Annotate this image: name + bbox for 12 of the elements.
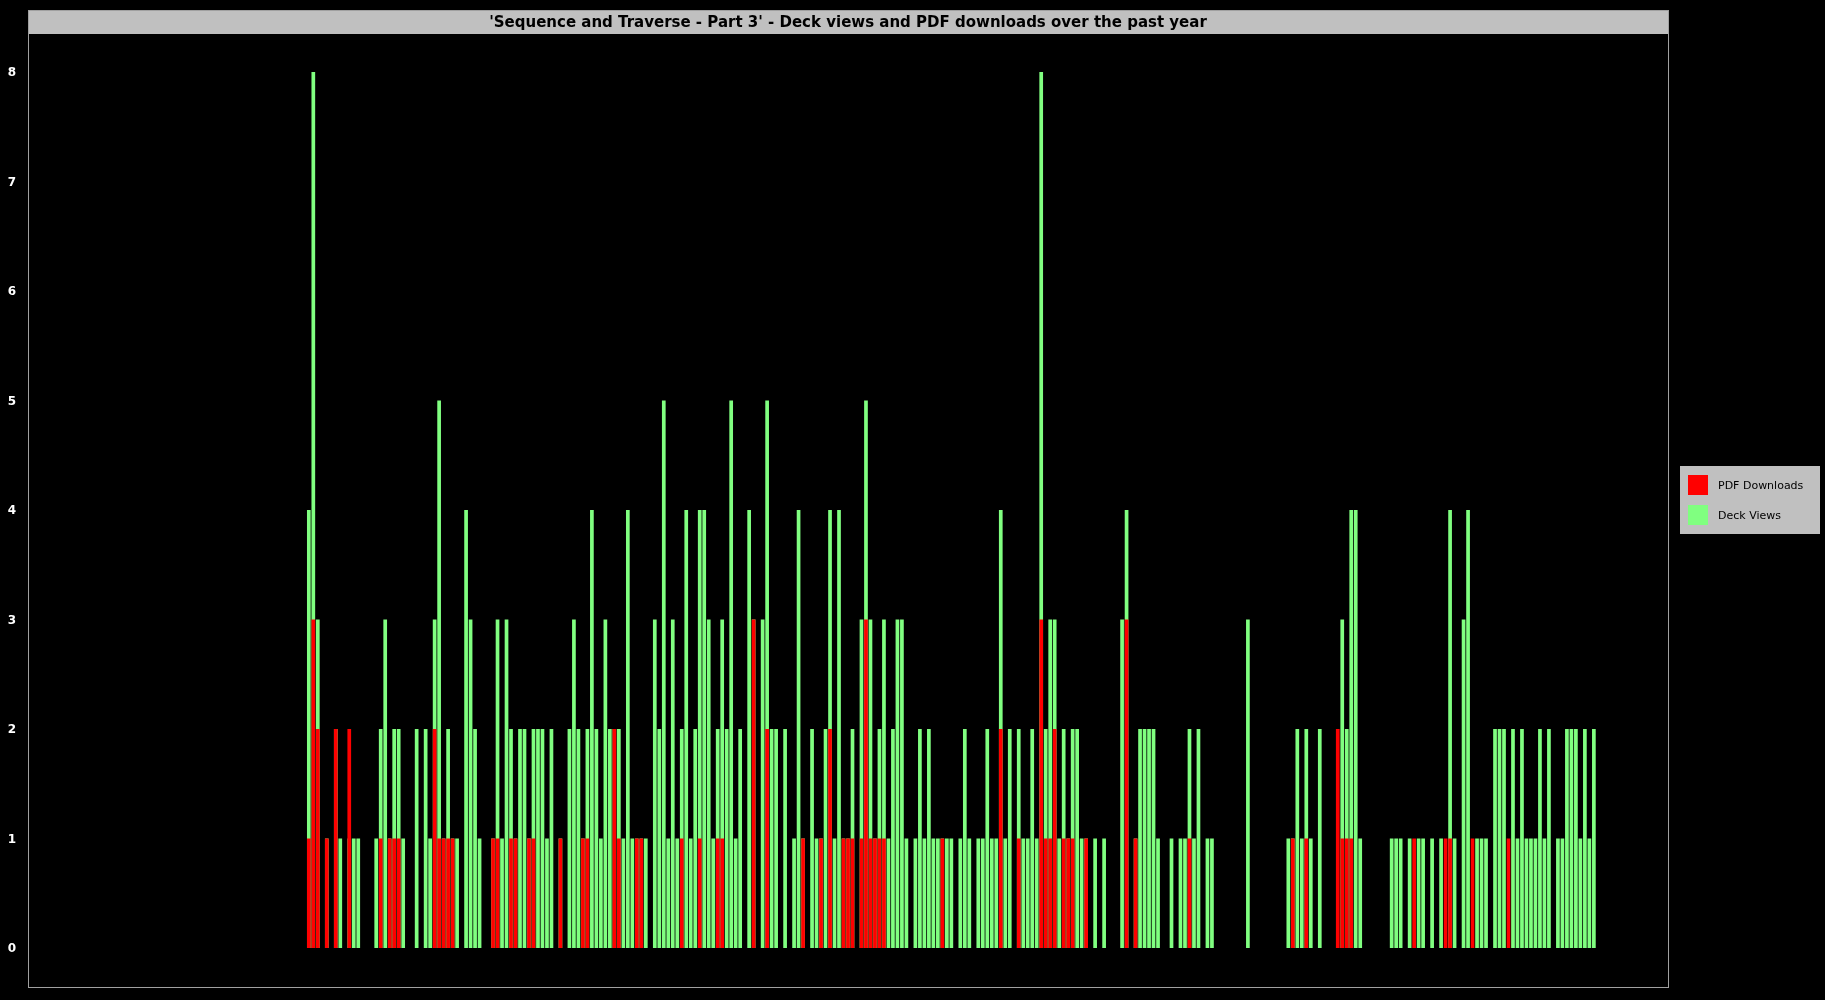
legend-label: PDF Downloads <box>1718 478 1804 492</box>
axis-tick-label: 6 <box>7 284 16 298</box>
legend-label: Deck Views <box>1718 508 1781 522</box>
axis-tick-label: 5 <box>7 393 16 408</box>
axis-tick-label: 3 <box>7 612 16 627</box>
axis-tick-label: 4 <box>7 503 16 517</box>
axis-tick-label: 1 <box>7 831 16 846</box>
chart-title: 'Sequence and Traverse - Part 3' - Deck views and PDF downloads over the past year <box>489 13 1207 31</box>
axis-tick-label: 2 <box>7 722 16 736</box>
axis-tick-label: 7 <box>7 174 16 189</box>
axis-tick-label: 8 <box>7 65 16 79</box>
axis-tick-label: 0 <box>7 941 16 955</box>
